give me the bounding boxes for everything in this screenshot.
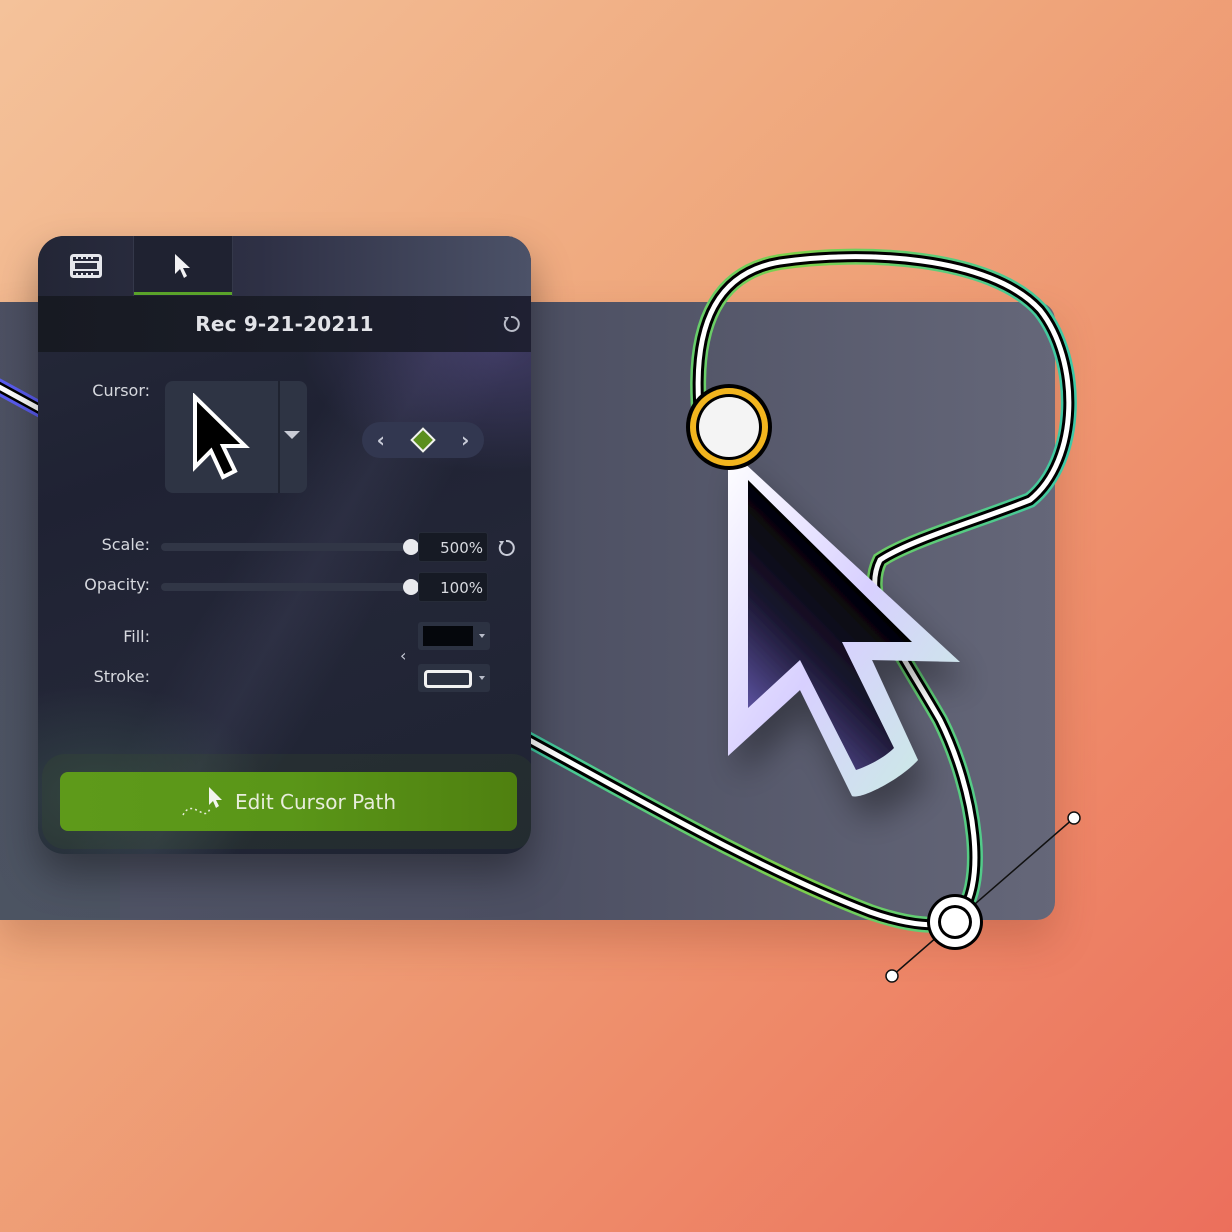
film-strip-icon	[69, 254, 102, 278]
reset-all-icon[interactable]	[501, 314, 521, 334]
stroke-color-picker[interactable]	[418, 664, 490, 692]
fill-label: Fill:	[123, 627, 150, 646]
bezier-handle-in[interactable]	[885, 969, 899, 983]
fill-dropdown-caret-icon	[479, 634, 485, 638]
link-colors-icon[interactable]: ‹	[400, 646, 406, 665]
scale-slider[interactable]	[161, 539, 419, 555]
bezier-handle-out[interactable]	[1067, 811, 1081, 825]
fill-color-swatch	[423, 626, 473, 646]
scale-input[interactable]: 500%	[418, 532, 488, 562]
fill-color-picker[interactable]	[418, 622, 490, 650]
panel-title-bar: Rec 9-21-20211	[38, 296, 531, 352]
cursor-label: Cursor:	[92, 381, 150, 400]
stroke-color-swatch	[424, 670, 472, 688]
yellow-keyframe[interactable]	[686, 384, 772, 470]
dropdown-arrow-icon[interactable]	[284, 431, 300, 439]
path-node-point[interactable]	[927, 894, 983, 950]
next-keyframe-button[interactable]: ›	[461, 428, 469, 452]
dropdown-divider	[278, 381, 280, 493]
edit-cursor-path-button[interactable]: Edit Cursor Path	[60, 772, 517, 831]
panel-tab-bar	[38, 236, 531, 296]
tab-media[interactable]	[38, 236, 133, 296]
previous-keyframe-button[interactable]: ‹	[377, 428, 385, 452]
add-keyframe-diamond-icon[interactable]	[410, 427, 436, 453]
cursor-preview-icon	[193, 393, 250, 480]
reset-scale-icon[interactable]	[496, 538, 516, 558]
bezier-handle-line	[891, 817, 1075, 977]
edit-cursor-path-label: Edit Cursor Path	[234, 789, 397, 814]
stroke-dropdown-caret-icon	[479, 676, 485, 680]
stroke-label: Stroke:	[93, 667, 150, 686]
scale-label: Scale:	[101, 535, 150, 554]
scale-slider-knob[interactable]	[403, 539, 419, 555]
cursor-arrow-icon	[175, 254, 190, 278]
active-tab-indicator	[134, 292, 232, 295]
cursor-properties-panel: Rec 9-21-20211 Cursor: ‹ › Scale: 500% O…	[38, 236, 531, 854]
large-cursor-preview[interactable]	[728, 448, 960, 797]
tab-cursor[interactable]	[133, 236, 233, 296]
opacity-slider[interactable]	[161, 579, 419, 595]
cursor-path-icon	[182, 786, 222, 815]
keyframe-navigator: ‹ ›	[362, 422, 484, 458]
opacity-slider-knob[interactable]	[403, 579, 419, 595]
cursor-style-dropdown[interactable]	[165, 381, 307, 493]
opacity-input[interactable]: 100%	[418, 572, 488, 602]
recording-title: Rec 9-21-20211	[195, 312, 374, 336]
opacity-label: Opacity:	[84, 575, 150, 594]
